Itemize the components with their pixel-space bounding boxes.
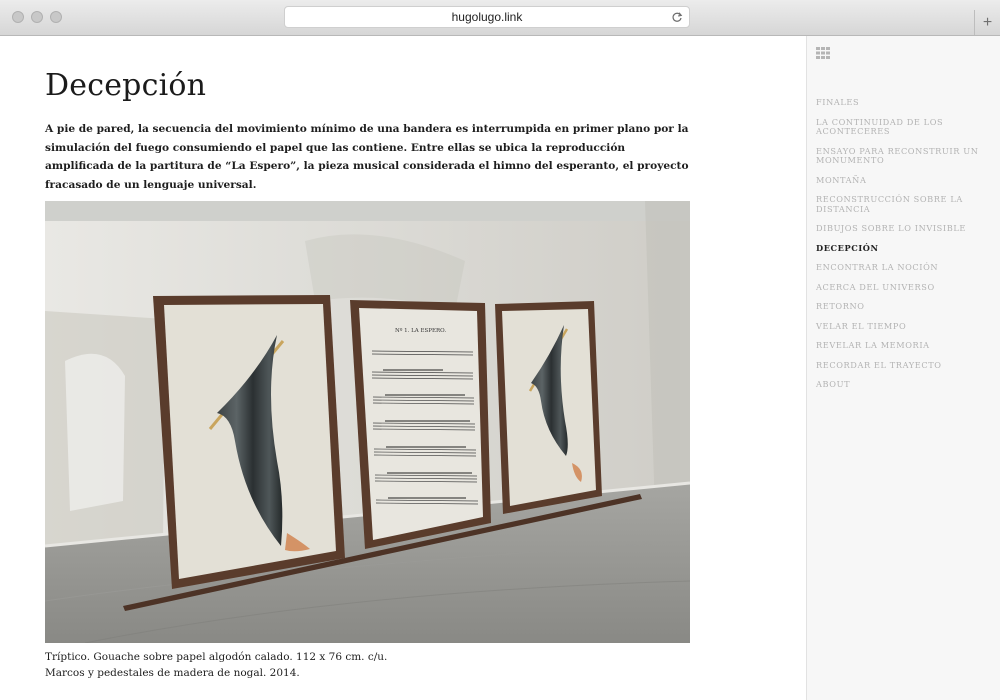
artwork-photo: Nº 1. LA ESPERO. — [45, 201, 690, 643]
artwork-caption: Tríptico. Gouache sobre papel algodón ca… — [45, 649, 745, 681]
nav-item-finales[interactable]: Finales — [816, 97, 994, 108]
nav-item-retorno[interactable]: Retorno — [816, 301, 994, 312]
nav-item-reconstruccion[interactable]: Reconstrucción sobre la distancia — [816, 194, 994, 214]
reload-icon[interactable] — [671, 11, 683, 23]
nav-item-montana[interactable]: Montaña — [816, 175, 994, 186]
close-window-button[interactable] — [12, 11, 24, 23]
nav-item-la-continuidad[interactable]: La continuidad de los aconteceres — [816, 117, 994, 137]
address-bar[interactable]: hugolugo.link — [284, 6, 690, 28]
nav-item-ensayo[interactable]: Ensayo para reconstruir un monumento — [816, 146, 994, 166]
caption-line-1: Tríptico. Gouache sobre papel algodón ca… — [45, 651, 388, 663]
address-bar-url: hugolugo.link — [451, 10, 523, 24]
nav-item-about[interactable]: About — [816, 379, 994, 390]
grid-icon[interactable] — [816, 47, 830, 59]
browser-titlebar: hugolugo.link + — [0, 0, 1000, 36]
project-description: A pie de pared, la secuencia del movimie… — [45, 123, 689, 191]
caption-line-2: Marcos y pedestales de madera de nogal. … — [45, 667, 300, 679]
browser-window: hugolugo.link + Decepción A pie de pared… — [0, 0, 1000, 700]
minimize-window-button[interactable] — [31, 11, 43, 23]
new-tab-button[interactable]: + — [974, 10, 1000, 35]
nav-item-decepcion[interactable]: Decepción — [816, 243, 994, 254]
nav-item-recordar[interactable]: Recordar el trayecto — [816, 360, 994, 371]
nav-item-encontrar[interactable]: Encontrar la noción — [816, 262, 994, 273]
project-nav: Finales La continuidad de los acontecere… — [816, 97, 994, 400]
zoom-window-button[interactable] — [50, 11, 62, 23]
page-title: Decepción — [45, 68, 207, 103]
main-content: Decepción A pie de pared, la secuencia d… — [0, 36, 806, 700]
nav-item-dibujos[interactable]: Dibujos sobre lo invisible — [816, 223, 994, 234]
score-heading: Nº 1. LA ESPERO. — [395, 327, 446, 334]
nav-item-velar[interactable]: Velar el tiempo — [816, 321, 994, 332]
sidebar: Finales La continuidad de los acontecere… — [806, 36, 1000, 700]
nav-item-acerca[interactable]: Acerca del universo — [816, 282, 994, 293]
nav-item-revelar[interactable]: Revelar la memoria — [816, 340, 994, 351]
